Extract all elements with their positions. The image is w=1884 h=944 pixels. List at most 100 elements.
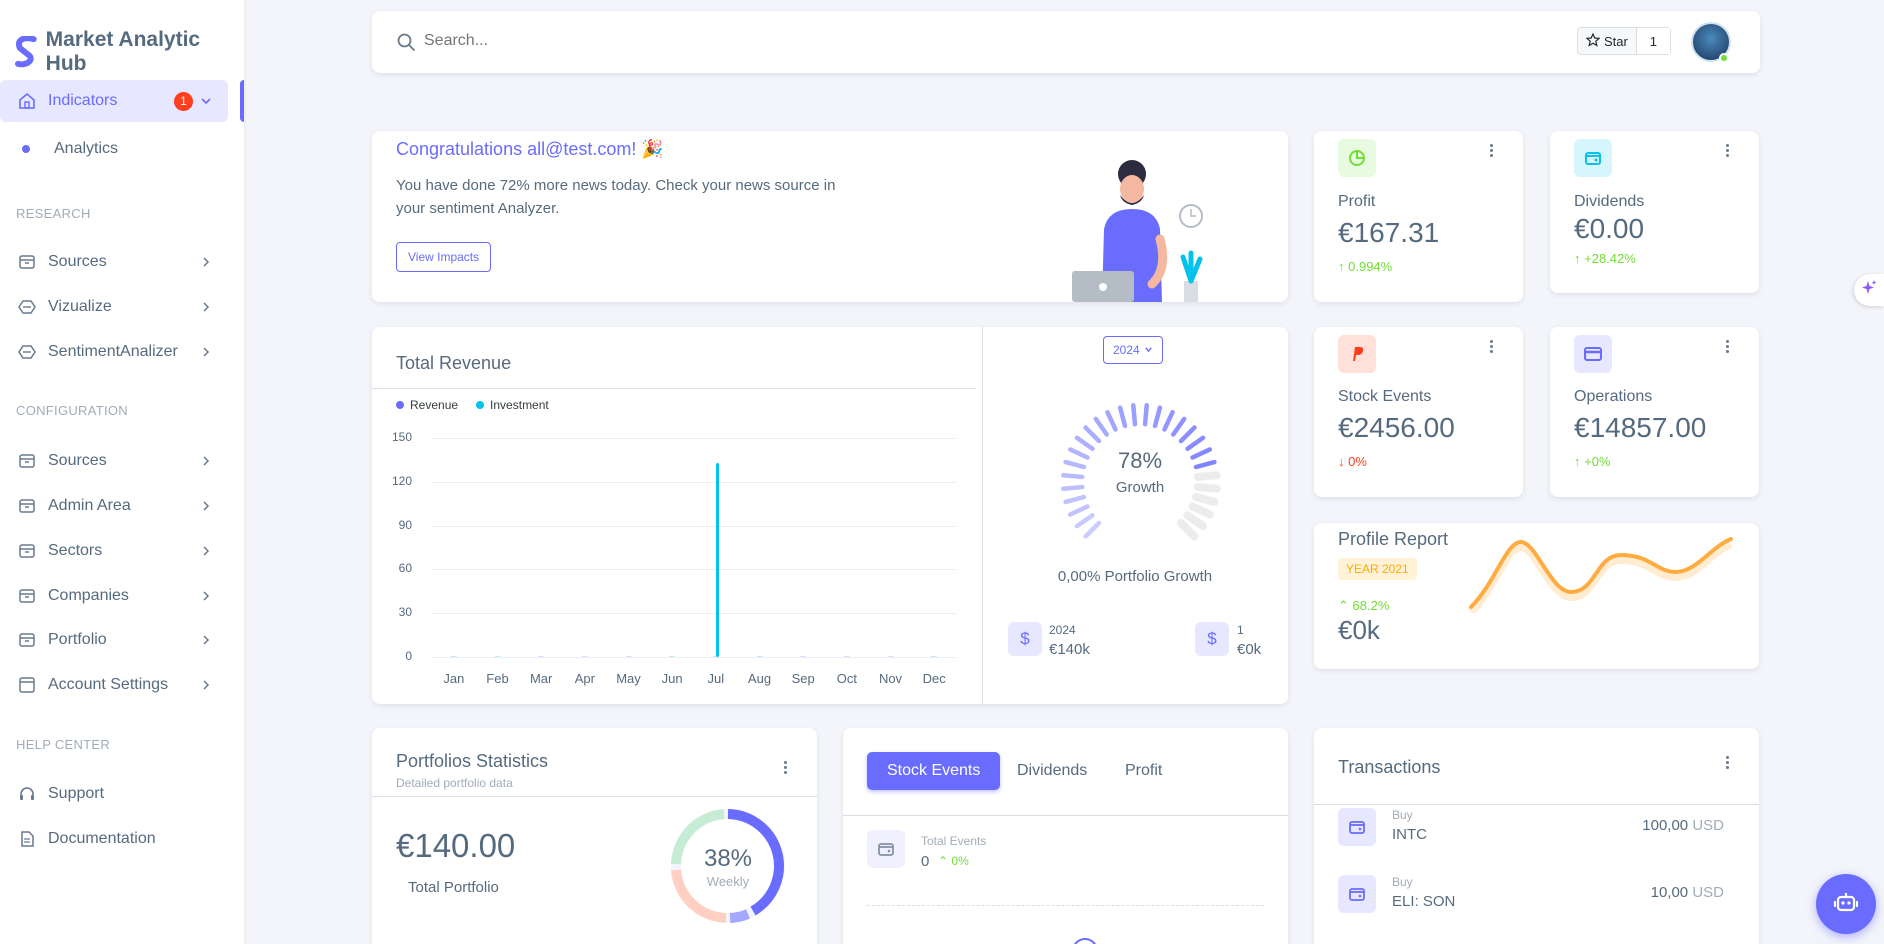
chevron-right-icon — [200, 454, 212, 472]
profit-change: ↑ 0.994% — [1338, 259, 1393, 274]
gauge-segment — [1177, 519, 1199, 541]
menu-item-label: Portfolio — [48, 631, 107, 648]
x-tick-label: May — [616, 671, 641, 686]
chevron-right-icon — [200, 544, 212, 562]
active-indicator — [240, 80, 244, 122]
more-options-icon[interactable] — [1719, 753, 1735, 771]
x-tick-label: Oct — [836, 671, 857, 686]
archive-icon — [18, 253, 36, 271]
chevron-down-icon — [1144, 343, 1153, 357]
menu-item-research-sources[interactable]: Sources — [0, 241, 228, 283]
menu-item-config-sources[interactable]: Sources — [0, 440, 228, 482]
operations-card: Operations €14857.00 ↑ +0% — [1550, 327, 1759, 497]
gauge-segment — [1142, 403, 1149, 427]
chart-bar — [628, 656, 632, 657]
dollar-icon: $ — [1008, 622, 1042, 656]
more-options-icon[interactable] — [777, 758, 793, 776]
transaction-type: Buy — [1392, 875, 1413, 889]
view-impacts-button[interactable]: View Impacts — [396, 242, 492, 272]
menu-item-sentiment-analizer[interactable]: SentimentAnalizer — [0, 331, 228, 373]
year-badge: YEAR 2021 — [1338, 558, 1417, 580]
archive-icon — [18, 452, 36, 470]
menu-item-portfolio[interactable]: Portfolio — [0, 619, 228, 661]
portfolio-value: €140.00 — [396, 827, 516, 864]
menu-item-vizualize[interactable]: Vizualize — [0, 286, 228, 328]
chart-bar — [672, 656, 676, 657]
x-tick-label: Jan — [443, 671, 465, 686]
github-star-button[interactable]: Star 1 — [1577, 27, 1671, 55]
dividends-value: €0.00 — [1574, 213, 1645, 244]
summary-label-1: 2024 — [1049, 623, 1076, 637]
gauge-segment — [1074, 513, 1095, 529]
chatbot-button[interactable] — [1816, 874, 1876, 934]
online-status-dot — [1719, 53, 1729, 63]
divider — [1314, 804, 1759, 805]
arrow-up-icon: ↑ — [1338, 259, 1345, 274]
year-dropdown-button[interactable]: 2024 — [1103, 336, 1163, 364]
stock-events-label: Stock Events — [1338, 388, 1432, 405]
transactions-card: Transactions Buy INTC 100,00 USD Buy ELI… — [1314, 728, 1759, 944]
operations-value: €14857.00 — [1574, 412, 1707, 443]
chart-bar — [715, 462, 719, 657]
menu-item-support[interactable]: Support — [0, 773, 228, 815]
portfolio-subtitle: Detailed portfolio data — [396, 776, 513, 790]
sparkle-assistant-button[interactable] — [1854, 274, 1884, 306]
archive-icon — [18, 587, 36, 605]
transaction-row[interactable]: Buy INTC 100,00 USD — [1314, 808, 1759, 868]
credit-card-icon — [1574, 335, 1612, 373]
menu-item-account-settings[interactable]: Account Settings — [0, 664, 228, 706]
paypal-icon — [1338, 335, 1376, 373]
menu-item-documentation[interactable]: Documentation — [0, 818, 228, 860]
more-options-icon[interactable] — [1719, 337, 1735, 355]
star-label: Star — [1604, 33, 1628, 49]
transaction-row[interactable]: Buy ELI: SON 10,00 USD — [1314, 875, 1759, 935]
total-revenue-card: Total Revenue Revenue Investment 150 120 9… — [372, 327, 1288, 704]
menu-item-label: Sources — [48, 253, 107, 270]
y-tick-label: 150 — [391, 430, 412, 444]
chevron-right-icon — [200, 255, 212, 273]
section-header-configuration: CONFIGURATION — [16, 403, 128, 418]
menu-item-label: Sources — [48, 452, 107, 469]
welcome-title: Congratulations all@test.com! 🎉 — [396, 139, 664, 159]
menu-item-indicators[interactable]: Indicators 1 — [0, 80, 228, 122]
menu-item-companies[interactable]: Companies — [0, 575, 228, 617]
portfolio-title: Portfolios Statistics — [396, 751, 549, 771]
menu-item-label: Analytics — [54, 140, 119, 157]
profile-value: €0k — [1338, 615, 1380, 645]
gauge-segment — [1131, 403, 1138, 427]
menu-item-label: Admin Area — [48, 497, 131, 514]
tab-profit[interactable]: Profit — [1125, 762, 1162, 780]
menu-item-label: Companies — [48, 587, 129, 604]
donut-label: Weekly — [706, 874, 750, 889]
menu-item-sectors[interactable]: Sectors — [0, 530, 228, 572]
search-input[interactable] — [424, 29, 924, 53]
chart-gridline — [432, 657, 956, 658]
bullet-dot-icon — [22, 145, 30, 153]
wallet-icon — [1338, 875, 1376, 913]
summary-value-2: €0k — [1237, 641, 1262, 658]
y-tick-label: 0 — [405, 649, 412, 663]
operations-change: ↑ +0% — [1574, 454, 1611, 469]
gauge-segment — [1183, 511, 1208, 531]
transactions-title: Transactions — [1338, 757, 1441, 777]
x-tick-label: Nov — [878, 671, 903, 686]
chevron-up-icon: ⌃ — [1338, 598, 1349, 613]
gauge-segment — [1192, 493, 1219, 506]
more-options-icon[interactable] — [1719, 141, 1735, 159]
brand-name: Market Analytic Hub — [45, 28, 201, 75]
stock-events-value: €2456.00 — [1338, 412, 1455, 443]
tab-dividends[interactable]: Dividends — [1017, 762, 1087, 780]
more-options-icon[interactable] — [1483, 141, 1499, 159]
menu-item-analytics[interactable]: Analytics — [0, 128, 228, 170]
chart-gridline — [432, 613, 956, 615]
summary-label-2: 1 — [1237, 623, 1244, 637]
divider — [372, 796, 817, 797]
arrow-up-icon: ↑ — [1574, 251, 1581, 266]
cube-icon — [18, 343, 36, 361]
chart-bar — [890, 656, 894, 657]
brand[interactable]: Market Analytic Hub — [14, 28, 244, 76]
more-options-icon[interactable] — [1483, 337, 1499, 355]
menu-item-admin-area[interactable]: Admin Area — [0, 485, 228, 527]
document-icon — [18, 830, 36, 848]
tab-stock-events[interactable]: Stock Events — [867, 752, 1001, 790]
